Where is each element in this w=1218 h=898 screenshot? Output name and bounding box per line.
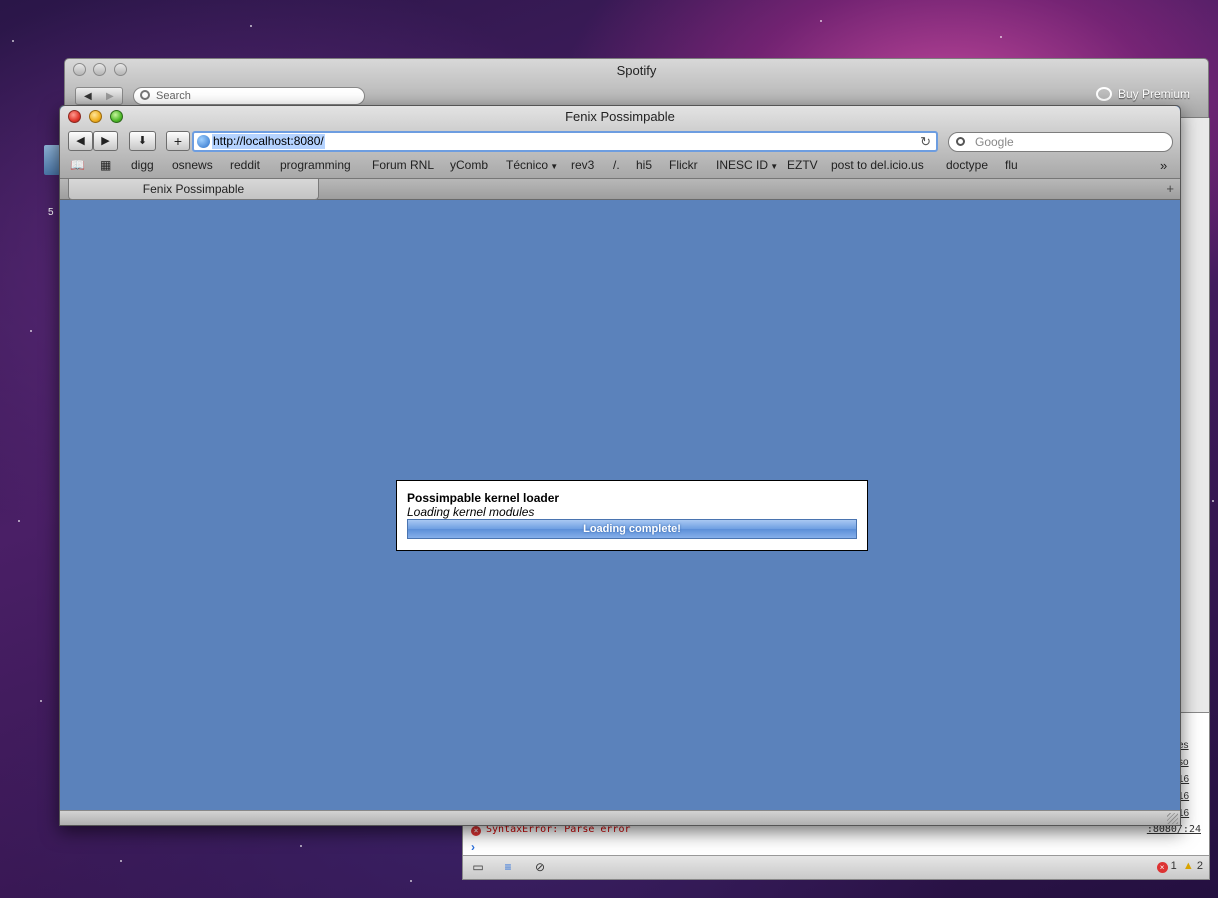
spotify-search-placeholder: Search: [156, 90, 191, 102]
bookmark-item[interactable]: Forum RNL: [372, 158, 434, 172]
bookmark-item[interactable]: doctype: [946, 158, 988, 172]
back-icon[interactable]: ◀: [84, 88, 92, 105]
bookmark-item[interactable]: post to del.icio.us: [831, 158, 924, 172]
chevron-down-icon: ▼: [548, 162, 559, 171]
bookmark-item[interactable]: reddit: [230, 158, 260, 172]
bookmark-item[interactable]: flu: [1005, 158, 1018, 172]
warning-icon: ▲: [1182, 860, 1194, 872]
google-search-input[interactable]: Google: [948, 132, 1173, 152]
google-search-placeholder: Google: [975, 135, 1014, 149]
star: [120, 860, 122, 862]
top-sites-icon[interactable]: ▦: [100, 158, 111, 172]
forward-icon[interactable]: ▶: [106, 88, 114, 105]
forward-button[interactable]: ▶: [93, 131, 118, 151]
desktop-folder-icon[interactable]: [44, 145, 60, 175]
star: [40, 700, 42, 702]
search-icon: [956, 137, 965, 146]
safari-window: Fenix Possimpable ◀ ▶ ⬇ + http://localho…: [59, 105, 1181, 826]
buy-premium-button[interactable]: Buy Premium: [1095, 87, 1190, 101]
globe-icon: [197, 135, 210, 148]
error-count: 1: [1170, 860, 1177, 872]
warning-count: 2: [1196, 860, 1203, 872]
premium-icon: [1095, 87, 1112, 101]
bookmark-folder-label: Técnico: [506, 158, 549, 172]
bookmark-item[interactable]: /.: [613, 158, 620, 172]
safari-toolbar: Fenix Possimpable ◀ ▶ ⬇ + http://localho…: [60, 106, 1180, 179]
star: [820, 20, 822, 22]
reading-list-icon[interactable]: 📖: [70, 158, 85, 172]
forward-icon: ▶: [101, 135, 110, 147]
bookmark-item[interactable]: programming: [280, 158, 351, 172]
tab-bar: Fenix Possimpable +: [60, 179, 1180, 200]
error-count-icon: ×: [1156, 862, 1168, 873]
loader-status: Loading kernel modules: [407, 505, 535, 519]
status-bar: [60, 810, 1180, 825]
star: [410, 880, 412, 882]
bookmark-item[interactable]: hi5: [636, 158, 652, 172]
back-button[interactable]: ◀: [68, 131, 93, 151]
url-text[interactable]: http://localhost:8080/: [212, 134, 325, 149]
bookmark-item[interactable]: digg: [131, 158, 154, 172]
search-icon: [140, 90, 150, 100]
spotify-title: Spotify: [616, 63, 657, 78]
desktop-icon-label: 5: [48, 207, 54, 218]
tab-fenix-possimpable[interactable]: Fenix Possimpable: [68, 179, 319, 200]
inspector-bottom-bar: ▭ ≡ ⊘ × 1 ▲ 2: [463, 855, 1209, 879]
progress-label: Loading complete!: [583, 523, 681, 535]
bookmark-item[interactable]: osnews: [172, 158, 213, 172]
bookmark-folder[interactable]: INESC ID ▼: [716, 158, 778, 172]
add-bookmark-icon: +: [173, 133, 183, 149]
bookmarks-bar: 📖 ▦ digg osnews reddit programming Forum…: [60, 156, 1180, 174]
reload-icon[interactable]: ↻: [920, 133, 931, 150]
star: [30, 330, 32, 332]
clear-console-icon[interactable]: ⊘: [531, 860, 549, 874]
star: [12, 40, 14, 42]
download-icon: ⬇: [137, 135, 148, 147]
spotify-search-input[interactable]: Search: [133, 87, 365, 105]
console-counts[interactable]: × 1 ▲ 2: [1156, 860, 1203, 873]
loader-title: Possimpable kernel loader: [407, 491, 560, 505]
bookmark-folder[interactable]: Técnico ▼: [506, 158, 558, 172]
star: [18, 520, 20, 522]
star: [250, 25, 252, 27]
more-bookmarks-icon[interactable]: »: [1160, 158, 1167, 173]
bookmark-item[interactable]: rev3: [571, 158, 594, 172]
bookmark-item[interactable]: yComb: [450, 158, 488, 172]
console-icon[interactable]: ≡: [499, 860, 517, 874]
star: [1212, 500, 1214, 502]
window-title: Fenix Possimpable: [565, 109, 675, 124]
spotify-body-edge: [1180, 118, 1210, 718]
address-bar[interactable]: http://localhost:8080/ ↻: [192, 131, 938, 152]
add-bookmark-button[interactable]: +: [166, 131, 190, 151]
downloads-button[interactable]: ⬇: [129, 131, 156, 151]
star: [1000, 36, 1002, 38]
console-prompt[interactable]: ›: [471, 840, 475, 854]
loader-progress-bar: Loading complete!: [407, 519, 857, 539]
bookmark-folder-label: INESC ID: [716, 158, 769, 172]
star: [300, 845, 302, 847]
kernel-loader-dialog: Possimpable kernel loader Loading kernel…: [396, 480, 868, 551]
buy-premium-label: Buy Premium: [1117, 87, 1190, 101]
error-icon: ×: [471, 826, 481, 836]
chevron-down-icon: ▼: [768, 162, 779, 171]
new-tab-icon[interactable]: +: [1166, 181, 1174, 196]
back-icon: ◀: [76, 135, 85, 147]
bookmark-item[interactable]: Flickr: [669, 158, 698, 172]
bookmark-item[interactable]: EZTV: [787, 158, 818, 172]
dock-icon[interactable]: ▭: [469, 860, 487, 874]
spotify-nav-buttons[interactable]: ◀ ▶: [75, 87, 123, 105]
resize-grip-icon[interactable]: [1167, 813, 1178, 824]
